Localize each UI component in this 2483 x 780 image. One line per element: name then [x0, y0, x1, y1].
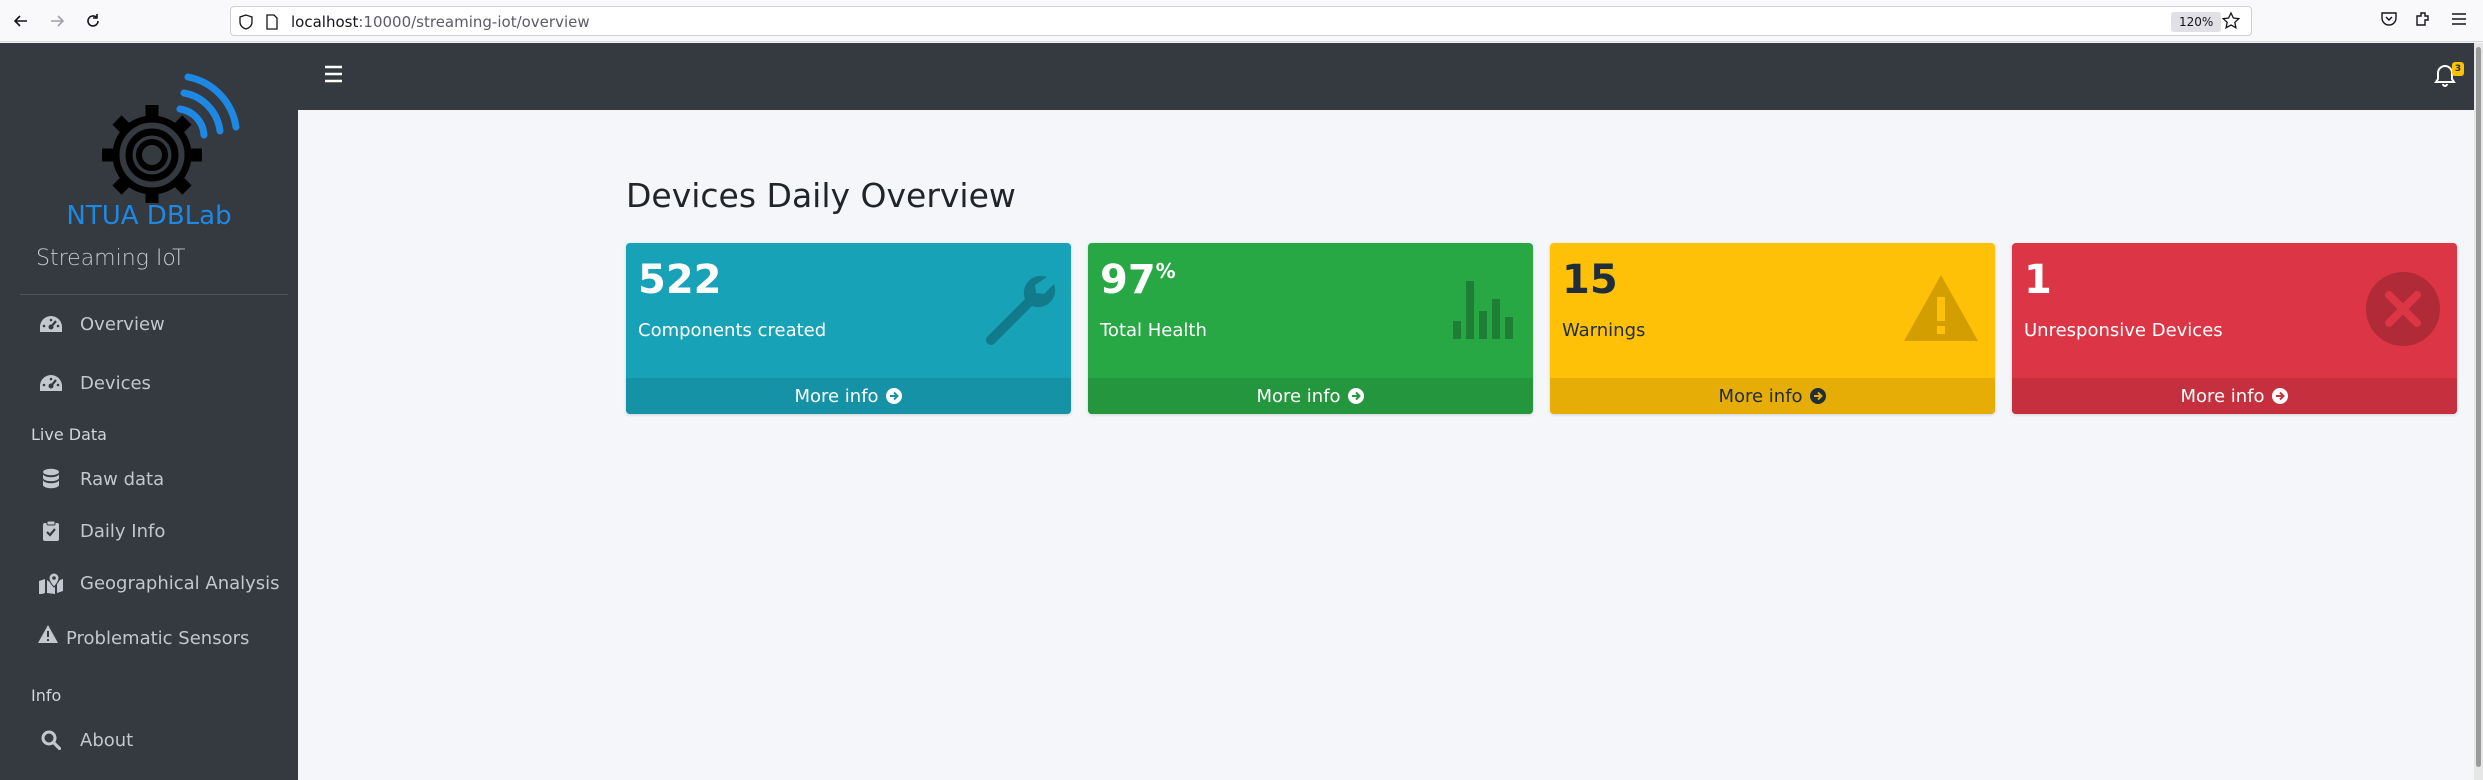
pocket-icon[interactable] — [2380, 10, 2398, 28]
page-title: Devices Daily Overview — [626, 176, 1016, 215]
card-value: 1 — [2024, 257, 2052, 303]
forward-icon[interactable] — [44, 8, 70, 34]
bar-chart-icon — [1453, 281, 1513, 339]
brand-name[interactable]: NTUA DBLab — [0, 201, 298, 231]
extensions-icon[interactable] — [2414, 10, 2432, 28]
search-icon — [36, 729, 66, 751]
card-value: 15 — [1562, 257, 1618, 303]
card-label: Total Health — [1100, 320, 1207, 341]
sidebar-item-overview[interactable]: Overview — [36, 313, 165, 335]
warnings-card: 15 Warnings More info — [1550, 243, 1995, 414]
warning-icon — [1904, 275, 1978, 341]
page-scrollbar[interactable] — [2474, 43, 2483, 780]
sidebar-divider — [20, 294, 288, 295]
nav-header-info: Info — [31, 686, 62, 705]
brand-subtitle: Streaming IoT — [36, 246, 186, 271]
arrow-circle-right-icon — [1809, 388, 1826, 404]
menu-icon[interactable] — [2450, 10, 2468, 28]
sidebar-item-label: Overview — [80, 313, 165, 335]
reload-icon[interactable] — [80, 8, 106, 34]
more-info-link[interactable]: More info — [2012, 378, 2457, 414]
back-icon[interactable] — [8, 8, 34, 34]
components-created-card: 522 Components created More info — [626, 243, 1071, 414]
card-value: 522 — [638, 257, 722, 303]
browser-toolbar: localhost:10000/streaming-iot/overview 1… — [0, 0, 2483, 42]
sidebar-item-problematic-sensors[interactable]: Problematic Sensors — [36, 624, 250, 649]
sidebar-item-label: Geographical Analysis — [80, 572, 280, 594]
sidebar-item-label: Devices — [80, 372, 151, 394]
database-icon — [36, 468, 66, 490]
hamburger-menu-icon[interactable] — [324, 65, 346, 83]
shield-icon[interactable] — [239, 14, 253, 30]
url-text[interactable]: localhost:10000/streaming-iot/overview — [291, 13, 590, 31]
sidebar-item-devices[interactable]: Devices — [36, 372, 151, 394]
sidebar-item-label: Raw data — [80, 468, 165, 490]
card-label: Warnings — [1562, 320, 1646, 341]
tachometer-icon — [36, 313, 66, 335]
sidebar-item-label: Problematic Sensors — [66, 628, 250, 649]
notification-badge: 3 — [2452, 62, 2464, 76]
arrow-circle-right-icon — [1347, 388, 1364, 404]
arrow-circle-right-icon — [885, 388, 902, 404]
sidebar-item-label: About — [80, 729, 134, 751]
more-info-link[interactable]: More info — [1550, 378, 1995, 414]
unresponsive-devices-card: 1 Unresponsive Devices More info — [2012, 243, 2457, 414]
more-info-link[interactable]: More info — [1088, 378, 1533, 414]
card-label: Unresponsive Devices — [2024, 320, 2223, 341]
sidebar-item-daily-info[interactable]: Daily Info — [36, 520, 165, 542]
card-label: Components created — [638, 320, 827, 341]
zoom-level[interactable]: 120% — [2171, 12, 2222, 32]
bookmark-star-icon[interactable] — [2221, 11, 2241, 31]
wrench-icon — [986, 275, 1056, 345]
clipboard-check-icon — [36, 520, 66, 542]
sidebar-item-label: Daily Info — [80, 520, 166, 542]
sidebar: NTUA DBLab Streaming IoT Overview Device… — [0, 43, 298, 780]
total-health-card: 97% Total Health More info — [1088, 243, 1533, 414]
card-value: 97% — [1100, 257, 1176, 303]
url-bar[interactable]: localhost:10000/streaming-iot/overview 1… — [230, 6, 2252, 36]
times-circle-icon — [2366, 272, 2440, 346]
top-navbar: 3 — [298, 43, 2483, 110]
nav-header-live-data: Live Data — [31, 425, 107, 444]
sidebar-item-raw-data[interactable]: Raw data — [36, 468, 164, 490]
sidebar-item-geographical-analysis[interactable]: Geographical Analysis — [36, 572, 280, 594]
arrow-circle-right-icon — [2271, 388, 2288, 404]
tachometer-icon — [36, 372, 66, 394]
sidebar-item-about[interactable]: About — [36, 729, 133, 751]
more-info-link[interactable]: More info — [626, 378, 1071, 414]
page-icon — [266, 14, 278, 30]
gear-wifi-logo-icon[interactable] — [94, 73, 254, 203]
warning-icon — [36, 623, 60, 645]
map-marked-icon — [36, 572, 66, 594]
